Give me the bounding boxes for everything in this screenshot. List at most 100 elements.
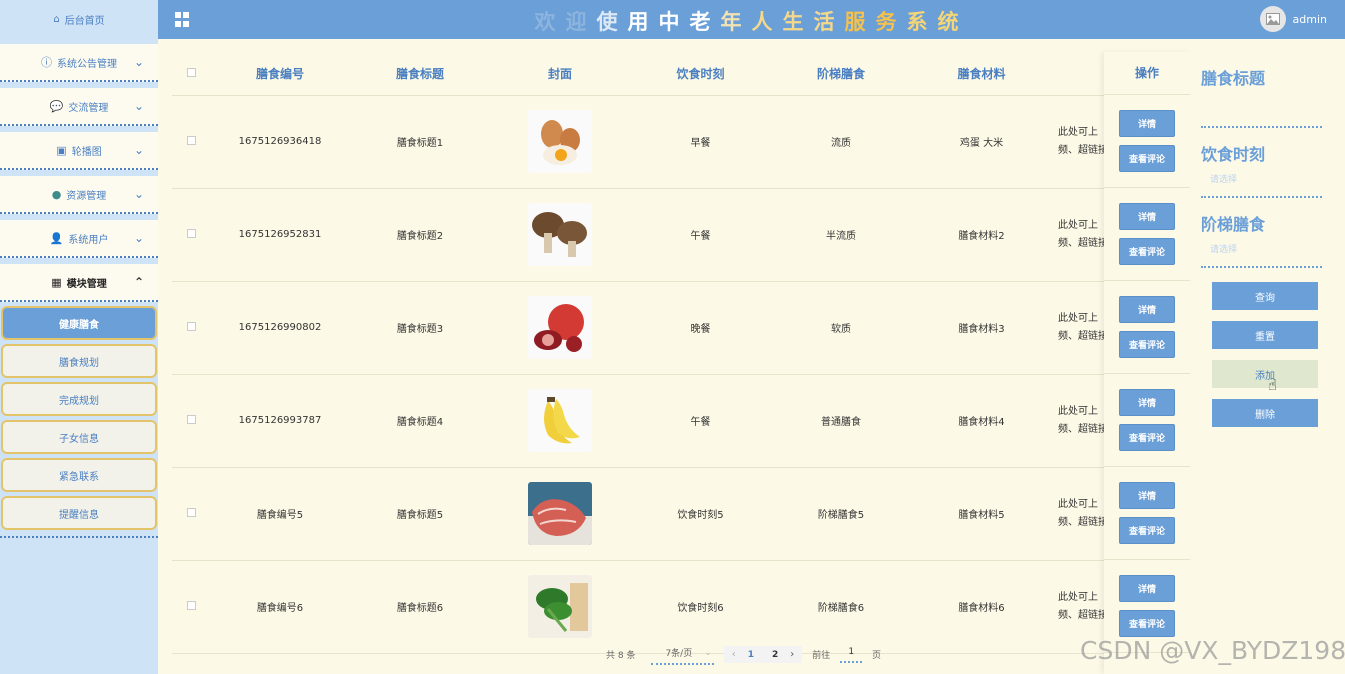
sidebar-group-users[interactable]: 👤 系统用户 ⌄: [0, 220, 158, 258]
chevron-down-icon: ⌄: [133, 231, 144, 245]
view-comments-button[interactable]: 查看评论: [1119, 331, 1175, 358]
detail-button[interactable]: 详情: [1119, 110, 1175, 137]
description-line: 频、超链接: [1058, 237, 1104, 249]
image-icon: [1265, 13, 1280, 25]
row-checkbox[interactable]: [172, 281, 210, 375]
title-search-input[interactable]: [1201, 100, 1322, 128]
action-cell: 详情 查看评论: [1104, 188, 1190, 281]
total-count: 共 8 条: [606, 651, 636, 661]
stage-filter-label: 阶梯膳食: [1201, 215, 1266, 234]
column-header[interactable]: 膳食编号: [210, 52, 350, 96]
row-checkbox[interactable]: [172, 95, 210, 189]
cell-diet-stage: 阶梯膳食5: [771, 467, 911, 561]
detail-button[interactable]: 详情: [1119, 389, 1175, 416]
action-header: 操作: [1104, 52, 1190, 95]
eggs-image[interactable]: [528, 110, 592, 173]
sidebar-group-announcements[interactable]: ⓘ 系统公告管理 ⌄: [0, 44, 158, 82]
table-header-row: 膳食编号 膳食标题 封面 饮食时刻 阶梯膳食 膳食材料 膳: [172, 52, 1104, 96]
sidebar-group-label: 系统公告管理: [57, 58, 117, 70]
cell-diet-stage: 阶梯膳食6: [771, 560, 911, 654]
add-button[interactable]: 添加 ☝: [1212, 360, 1318, 394]
column-header[interactable]: 膳食材料: [911, 52, 1052, 96]
next-page-button[interactable]: ›: [790, 649, 794, 660]
title-char: 用: [627, 10, 659, 34]
title-char: 生: [782, 10, 814, 34]
detail-button[interactable]: 详情: [1119, 575, 1175, 602]
pagination: 共 8 条 7条/页 ⌄ ‹ 1 2 › 前往 1 页: [606, 644, 881, 665]
cell-material: 膳食材料6: [911, 560, 1052, 654]
cell-cover: [490, 95, 630, 189]
sidebar-item-emergency-contact[interactable]: 紧急联系: [1, 458, 157, 492]
description-line: 此处可上: [1058, 126, 1098, 138]
banana-image[interactable]: [528, 389, 592, 452]
description-line: 频、超链接: [1058, 516, 1104, 528]
chevron-down-icon: ⌄: [704, 647, 712, 658]
title-char: 人: [751, 10, 783, 34]
reset-button[interactable]: 重置: [1212, 321, 1318, 349]
pomegranate-image[interactable]: [528, 296, 592, 359]
column-header[interactable]: 饮食时刻: [630, 52, 771, 96]
chevron-down-icon: ⌄: [133, 187, 144, 201]
sidebar-item-children-info[interactable]: 子女信息: [1, 420, 157, 454]
action-cell: 详情 查看评论: [1104, 467, 1190, 560]
title-char: 老: [689, 10, 721, 34]
stage-filter-select[interactable]: 请选择: [1201, 240, 1322, 268]
select-all-checkbox[interactable]: [172, 52, 210, 96]
cell-diet-stage: 软质: [771, 281, 911, 375]
meat-image[interactable]: [528, 482, 592, 545]
detail-button[interactable]: 详情: [1119, 203, 1175, 230]
sidebar-group-resources[interactable]: ● 资源管理 ⌄: [0, 176, 158, 214]
row-checkbox[interactable]: [172, 188, 210, 282]
prev-page-button[interactable]: ‹: [732, 649, 736, 660]
pager: ‹ 1 2 ›: [723, 646, 803, 663]
avatar: [1259, 6, 1286, 32]
column-header[interactable]: 阶梯膳食: [771, 52, 911, 96]
column-header[interactable]: 封面: [490, 52, 630, 96]
page-number[interactable]: 1: [742, 650, 760, 660]
view-comments-button[interactable]: 查看评论: [1119, 610, 1175, 637]
row-checkbox[interactable]: [172, 374, 210, 468]
detail-button[interactable]: 详情: [1119, 482, 1175, 509]
query-button[interactable]: 查询: [1212, 282, 1318, 310]
page-number[interactable]: 2: [766, 650, 784, 660]
chevron-down-icon: ⌄: [133, 143, 144, 157]
cell-code: 膳食编号5: [210, 467, 350, 561]
detail-button[interactable]: 详情: [1119, 296, 1175, 323]
sidebar-group-communication[interactable]: 💬 交流管理 ⌄: [0, 88, 158, 126]
sidebar-item-completed-plan[interactable]: 完成规划: [1, 382, 157, 416]
search-panel: 膳食标题 饮食时刻 请选择 阶梯膳食 请选择 查询 重置 添加 ☝ 删除: [1192, 52, 1332, 427]
title-char: 统: [937, 10, 969, 34]
cell-description: 此处可上 频、超链接: [1052, 374, 1104, 468]
cell-cover: [490, 281, 630, 375]
title-char: 年: [720, 10, 752, 34]
column-header[interactable]: 膳食标题: [350, 52, 490, 96]
spinach-image[interactable]: [528, 575, 592, 638]
column-header[interactable]: 膳: [1052, 52, 1104, 96]
user-menu[interactable]: admin: [1259, 6, 1327, 32]
sidebar-group-carousel[interactable]: ▣ 轮播图 ⌄: [0, 132, 158, 170]
sidebar-item-reminders[interactable]: 提醒信息: [1, 496, 157, 530]
sidebar-group-modules[interactable]: ▦ 模块管理 ⌃: [0, 264, 158, 302]
title-char: 务: [875, 10, 907, 34]
sidebar-item-diet-plan[interactable]: 膳食规划: [1, 344, 157, 378]
view-comments-button[interactable]: 查看评论: [1119, 145, 1175, 172]
sidebar-item-healthy-diet[interactable]: 健康膳食: [1, 306, 157, 340]
goto-page-input[interactable]: 1: [840, 647, 863, 663]
title-search-label: 膳食标题: [1201, 69, 1266, 88]
meal-filter-select[interactable]: 请选择: [1201, 170, 1322, 198]
description-line: 频、超链接: [1058, 609, 1104, 621]
title-char: 服: [844, 10, 876, 34]
watermark: CSDN @VX_BYDZ1988: [1080, 636, 1345, 665]
view-comments-button[interactable]: 查看评论: [1119, 238, 1175, 265]
row-checkbox[interactable]: [172, 560, 210, 654]
row-checkbox[interactable]: [172, 467, 210, 561]
mushroom-image[interactable]: [528, 203, 592, 266]
sidebar-home-link[interactable]: ⌂ 后台首页: [0, 0, 158, 38]
page-size-select[interactable]: 7条/页 ⌄: [651, 644, 714, 665]
cell-meal-time: 早餐: [630, 95, 771, 189]
delete-button[interactable]: 删除: [1212, 399, 1318, 427]
view-comments-button[interactable]: 查看评论: [1119, 424, 1175, 451]
title-char: 使: [596, 10, 628, 34]
sidebar-group-label: 模块管理: [66, 278, 107, 290]
view-comments-button[interactable]: 查看评论: [1119, 517, 1175, 544]
